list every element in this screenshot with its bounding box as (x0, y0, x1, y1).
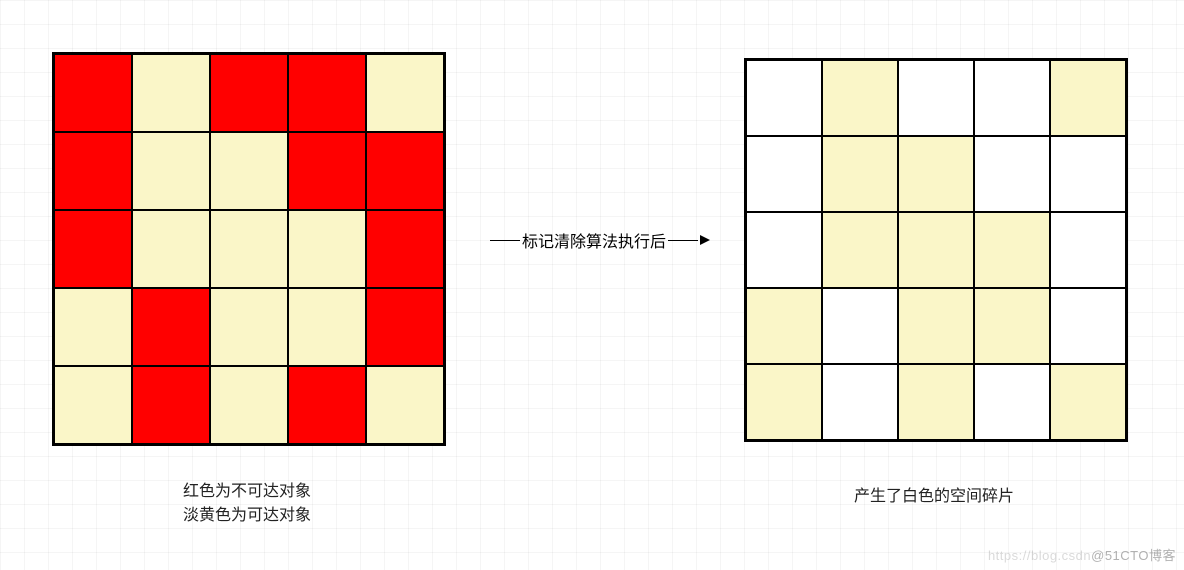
grid-before-cell (132, 132, 210, 210)
grid-after-cell (1050, 364, 1126, 440)
grid-before-cell (210, 366, 288, 444)
grid-after (744, 58, 1128, 442)
grid-after-cell (974, 288, 1050, 364)
grid-before-cell (210, 288, 288, 366)
grid-after-cell (898, 60, 974, 136)
grid-before-cell (288, 210, 366, 288)
grid-after-cell (974, 60, 1050, 136)
watermark-faint: https://blog.csdn (988, 548, 1091, 563)
grid-after-cell (1050, 288, 1126, 364)
grid-before-cell (288, 366, 366, 444)
grid-after-cell (822, 288, 898, 364)
grid-before-cell (132, 54, 210, 132)
grid-after-cell (898, 136, 974, 212)
grid-after-cell (1050, 212, 1126, 288)
arrow-line-left (490, 240, 520, 241)
grid-after-cell (1050, 136, 1126, 212)
grid-before-cell (54, 366, 132, 444)
grid-before (52, 52, 446, 446)
grid-before-cell (54, 288, 132, 366)
grid-before-cell (288, 54, 366, 132)
grid-after-cell (822, 364, 898, 440)
grid-before-cell (54, 210, 132, 288)
grid-after-cell (746, 364, 822, 440)
grid-after-cell (822, 136, 898, 212)
caption-before: 红色为不可达对象 淡黄色为可达对象 (52, 480, 442, 528)
arrow-head-icon (700, 235, 710, 245)
grid-before-cell (288, 288, 366, 366)
caption-after: 产生了白色的空间碎片 (744, 485, 1124, 509)
caption-before-line1: 红色为不可达对象 (52, 480, 442, 504)
grid-after-cell (746, 60, 822, 136)
grid-before-cell (366, 210, 444, 288)
grid-after-cell (822, 212, 898, 288)
arrow-label-text: 标记清除算法执行后 (522, 228, 666, 252)
grid-before-cell (366, 288, 444, 366)
grid-before-cell (54, 54, 132, 132)
grid-after-cell (898, 288, 974, 364)
grid-after-cell (1050, 60, 1126, 136)
grid-after-cell (898, 364, 974, 440)
grid-before-cell (210, 54, 288, 132)
grid-before-cell (132, 366, 210, 444)
grid-before-cell (132, 210, 210, 288)
grid-before-cell (288, 132, 366, 210)
grid-after-cell (746, 136, 822, 212)
caption-after-text: 产生了白色的空间碎片 (854, 488, 1014, 505)
grid-before-cell (210, 132, 288, 210)
grid-before-cell (366, 366, 444, 444)
grid-after-cell (974, 136, 1050, 212)
grid-before-cell (54, 132, 132, 210)
grid-after-cell (822, 60, 898, 136)
grid-before-cell (366, 54, 444, 132)
grid-after-cell (746, 288, 822, 364)
caption-before-line2: 淡黄色为可达对象 (52, 504, 442, 528)
watermark: https://blog.csdn@51CTO博客 (988, 545, 1176, 564)
arrow-line-right (668, 240, 698, 241)
grid-after-cell (974, 364, 1050, 440)
grid-before-cell (366, 132, 444, 210)
grid-after-cell (746, 212, 822, 288)
grid-after-cell (898, 212, 974, 288)
grid-after-cell (974, 212, 1050, 288)
grid-before-cell (210, 210, 288, 288)
diagram-stage: 标记清除算法执行后 红色为不可达对象 淡黄色为可达对象 产生了白色的空间碎片 h… (0, 0, 1184, 570)
watermark-text: @51CTO博客 (1091, 548, 1176, 563)
grid-before-cell (132, 288, 210, 366)
transition-arrow: 标记清除算法执行后 (460, 228, 740, 252)
